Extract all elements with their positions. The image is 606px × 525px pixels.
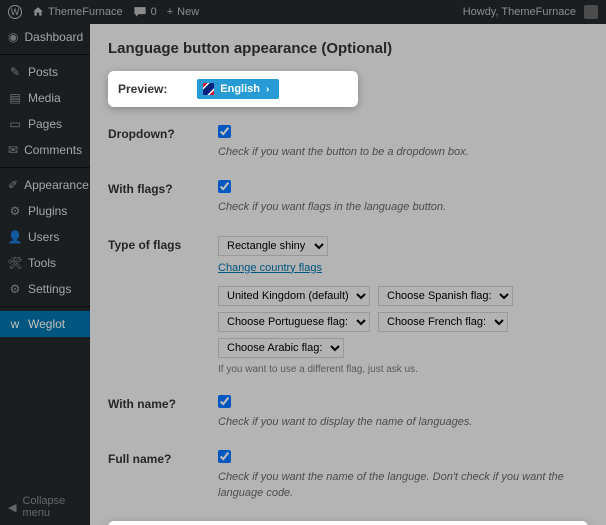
page-icon: ▭ bbox=[8, 117, 22, 131]
withname-desc: Check if you want to display the name of… bbox=[218, 415, 588, 430]
language-button-text: English bbox=[220, 83, 260, 95]
sidebar-label: Pages bbox=[28, 117, 62, 131]
sidebar-item-dashboard[interactable]: ◉ Dashboard bbox=[0, 24, 90, 50]
sidebar-item-posts[interactable]: ✎ Posts bbox=[0, 59, 90, 85]
flag-select-spanish[interactable]: Choose Spanish flag: bbox=[378, 286, 513, 306]
sidebar-label: Users bbox=[28, 230, 59, 244]
comments-link[interactable]: 0 bbox=[133, 5, 157, 19]
sidebar-label: Posts bbox=[28, 65, 58, 79]
flag-select-uk[interactable]: United Kingdom (default) bbox=[218, 286, 370, 306]
home-icon bbox=[32, 6, 44, 18]
sidebar-label: Comments bbox=[24, 143, 82, 157]
plugin-icon: ⚙ bbox=[8, 204, 22, 218]
howdy-text: Howdy, ThemeFurnace bbox=[463, 6, 576, 18]
new-link[interactable]: + New bbox=[167, 6, 199, 18]
sidebar-item-tools[interactable]: 🛠 Tools bbox=[0, 250, 90, 276]
media-icon: ▤ bbox=[8, 91, 22, 105]
dropdown-desc: Check if you want the button to be a dro… bbox=[218, 145, 588, 160]
fullname-checkbox[interactable] bbox=[218, 450, 231, 463]
collapse-menu[interactable]: ◀ Collapse menu bbox=[0, 489, 90, 525]
gear-icon: ⚙ bbox=[8, 282, 22, 296]
dropdown-label: Dropdown? bbox=[108, 125, 218, 141]
sidebar-item-plugins[interactable]: ⚙ Plugins bbox=[0, 198, 90, 224]
sidebar-item-users[interactable]: 👤 Users bbox=[0, 224, 90, 250]
user-icon: 👤 bbox=[8, 230, 22, 244]
sidebar-item-pages[interactable]: ▭ Pages bbox=[0, 111, 90, 137]
admin-bar: W ThemeFurnace 0 + New Howdy, ThemeFurna… bbox=[0, 0, 606, 24]
weglot-icon: w bbox=[8, 317, 22, 331]
tool-icon: 🛠 bbox=[8, 256, 22, 270]
comments-count: 0 bbox=[151, 6, 157, 18]
sidebar-item-media[interactable]: ▤ Media bbox=[0, 85, 90, 111]
row-withflags: With flags? Check if you want flags in t… bbox=[108, 180, 588, 215]
sidebar-label: Appearance bbox=[24, 178, 89, 192]
dropdown-checkbox[interactable] bbox=[218, 125, 231, 138]
uk-flag-icon bbox=[203, 83, 214, 95]
preview-panel: Preview: English › bbox=[108, 71, 358, 107]
row-withname: With name? Check if you want to display … bbox=[108, 395, 588, 430]
site-link[interactable]: ThemeFurnace bbox=[32, 6, 123, 18]
typeflags-select[interactable]: Rectangle shiny bbox=[218, 236, 328, 256]
flag-select-arabic[interactable]: Choose Arabic flag: bbox=[218, 338, 344, 358]
collapse-label: Collapse menu bbox=[22, 495, 82, 519]
site-name: ThemeFurnace bbox=[48, 6, 123, 18]
language-button[interactable]: English › bbox=[197, 79, 279, 99]
sidebar-label: Weglot bbox=[28, 317, 65, 331]
sidebar-label: Dashboard bbox=[24, 30, 83, 44]
comment-icon: ✉ bbox=[8, 143, 18, 157]
withflags-checkbox[interactable] bbox=[218, 180, 231, 193]
collapse-icon: ◀ bbox=[8, 501, 16, 514]
plus-icon: + bbox=[167, 6, 173, 18]
sidebar-item-comments[interactable]: ✉ Comments bbox=[0, 137, 90, 163]
main-content: Language button appearance (Optional) Pr… bbox=[90, 24, 606, 525]
chevron-right-icon: › bbox=[266, 84, 269, 95]
sidebar-label: Media bbox=[28, 91, 61, 105]
howdy-link[interactable]: Howdy, ThemeFurnace bbox=[463, 5, 598, 19]
brush-icon: ✐ bbox=[8, 178, 18, 192]
withname-checkbox[interactable] bbox=[218, 395, 231, 408]
withflags-label: With flags? bbox=[108, 180, 218, 196]
row-typeflags: Type of flags Rectangle shiny Change cou… bbox=[108, 236, 588, 375]
fullname-desc: Check if you want the name of the langug… bbox=[218, 470, 588, 501]
change-flags-link[interactable]: Change country flags bbox=[218, 262, 322, 274]
comment-icon bbox=[133, 5, 147, 19]
override-css-panel: Override CSS Don't change it unless you … bbox=[108, 521, 588, 525]
row-fullname: Full name? Check if you want the name of… bbox=[108, 450, 588, 501]
dashboard-icon: ◉ bbox=[8, 30, 18, 44]
typeflags-label: Type of flags bbox=[108, 236, 218, 252]
row-dropdown: Dropdown? Check if you want the button t… bbox=[108, 125, 588, 160]
avatar bbox=[584, 5, 598, 19]
withflags-desc: Check if you want flags in the language … bbox=[218, 200, 588, 215]
sidebar-item-weglot[interactable]: w Weglot bbox=[0, 311, 90, 337]
fullname-label: Full name? bbox=[108, 450, 218, 466]
new-label: New bbox=[177, 6, 199, 18]
pin-icon: ✎ bbox=[8, 65, 22, 79]
sidebar-label: Tools bbox=[28, 256, 56, 270]
preview-label: Preview: bbox=[118, 82, 167, 96]
page-title: Language button appearance (Optional) bbox=[108, 40, 588, 57]
flag-select-portuguese[interactable]: Choose Portuguese flag: bbox=[218, 312, 370, 332]
sidebar-item-settings[interactable]: ⚙ Settings bbox=[0, 276, 90, 302]
wp-logo[interactable]: W bbox=[8, 5, 22, 19]
typeflags-note: If you want to use a different flag, jus… bbox=[218, 364, 588, 375]
sidebar-item-appearance[interactable]: ✐ Appearance bbox=[0, 172, 90, 198]
admin-sidebar: ◉ Dashboard ✎ Posts ▤ Media ▭ Pages ✉ Comment… bbox=[0, 24, 90, 525]
flag-select-french[interactable]: Choose French flag: bbox=[378, 312, 508, 332]
sidebar-label: Settings bbox=[28, 282, 71, 296]
withname-label: With name? bbox=[108, 395, 218, 411]
sidebar-label: Plugins bbox=[28, 204, 67, 218]
